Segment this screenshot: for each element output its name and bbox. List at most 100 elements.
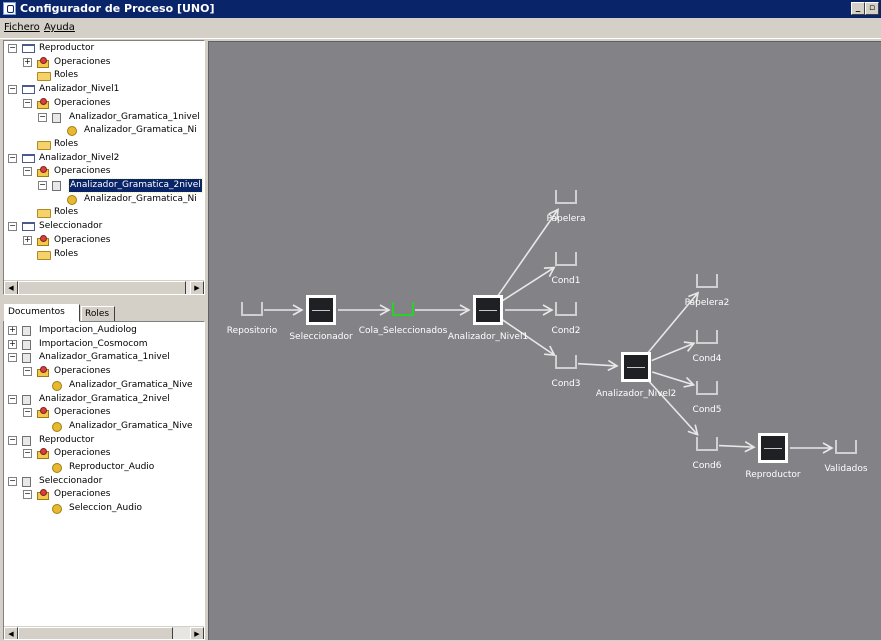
node-label: Analizador_Nivel2: [595, 389, 677, 399]
collapse-icon[interactable]: −: [8, 435, 17, 445]
queue-node-cond2[interactable]: [555, 302, 577, 316]
document-icon: [52, 181, 61, 191]
queue-node-repositorio[interactable]: [241, 302, 263, 316]
collapse-icon[interactable]: −: [8, 353, 17, 363]
process-node-analizador_nivel1[interactable]: [473, 295, 503, 325]
tree-item[interactable]: Reproductor_Audio: [4, 461, 204, 474]
tree-item[interactable]: − Reproductor: [4, 42, 204, 55]
tab-roles[interactable]: Roles: [81, 306, 115, 322]
scroll-thumb[interactable]: [18, 627, 173, 639]
queue-node-cola_seleccionados[interactable]: [392, 302, 414, 316]
expand-icon[interactable]: +: [8, 326, 17, 335]
tree-item[interactable]: − Operaciones: [4, 365, 204, 378]
operation-icon: [52, 380, 62, 391]
tree-item[interactable]: − Operaciones: [4, 447, 204, 460]
node-label: Cola_Seleccionados: [358, 326, 448, 336]
collapse-icon[interactable]: −: [8, 44, 17, 53]
tree-item[interactable]: − Operaciones: [4, 165, 204, 178]
documents-tree: + Importacion_Audiolog + Importacion_Cosmoc…: [4, 324, 204, 624]
minimize-button[interactable]: _: [851, 2, 865, 15]
menu-file[interactable]: Fichero: [4, 22, 40, 33]
tree-item[interactable]: Roles: [4, 138, 204, 151]
queue-node-validados[interactable]: [835, 440, 857, 454]
tree-item-label: Roles: [54, 207, 79, 218]
documents-tree-hscroll[interactable]: ◀ ▶: [4, 626, 204, 639]
tree-item[interactable]: Seleccion_Audio: [4, 502, 204, 515]
tree-item[interactable]: Roles: [4, 69, 204, 82]
tree-item[interactable]: − Analizador_Gramatica_1nivel: [4, 351, 204, 364]
tree-item[interactable]: Analizador_Gramatica_Nive: [4, 379, 204, 392]
collapse-icon[interactable]: −: [8, 394, 17, 404]
tree-item-label: Analizador_Gramatica_Ni: [84, 193, 197, 204]
collapse-icon[interactable]: −: [23, 98, 32, 108]
tree-item-label: Reproductor_Audio: [69, 462, 155, 472]
scroll-left-icon[interactable]: ◀: [4, 281, 18, 294]
tree-item[interactable]: − Seleccionador: [4, 220, 204, 233]
process-diagram-canvas[interactable]: Repositorio Seleccionador Cola_Seleccionad…: [208, 41, 881, 640]
tree-item[interactable]: − Analizador_Gramatica_1nivel: [4, 111, 204, 124]
scroll-right-icon[interactable]: ▶: [190, 281, 204, 294]
tree-item[interactable]: − Analizador_Gramatica_2nivel: [4, 393, 204, 406]
tree-item[interactable]: + Importacion_Cosmocom: [4, 338, 204, 351]
tree-item[interactable]: − Analizador_Nivel1: [4, 83, 204, 96]
process-tree-hscroll[interactable]: ◀ ▶: [4, 280, 204, 294]
tree-item-label: Analizador_Nivel2: [39, 152, 120, 163]
arrowhead-icon: [544, 345, 556, 357]
collapse-icon[interactable]: −: [23, 408, 32, 418]
queue-node-papelera[interactable]: [555, 190, 577, 204]
tree-item-label: Operaciones: [54, 97, 111, 108]
scroll-right-icon[interactable]: ▶: [190, 627, 204, 639]
tab-documents[interactable]: Documentos: [4, 304, 80, 322]
collapse-icon[interactable]: −: [23, 367, 32, 377]
collapse-icon[interactable]: −: [8, 476, 17, 486]
collapse-icon[interactable]: −: [23, 490, 32, 500]
expand-icon[interactable]: +: [8, 339, 17, 349]
scroll-left-icon[interactable]: ◀: [4, 627, 18, 639]
collapse-icon[interactable]: −: [8, 153, 17, 163]
menu-help[interactable]: Ayuda: [44, 22, 75, 33]
tree-item[interactable]: + Operaciones: [4, 234, 204, 247]
tree-item[interactable]: Roles: [4, 206, 204, 219]
edge-analizador_nivel1-cond1: [501, 266, 555, 302]
tree-item-label: Roles: [54, 70, 79, 81]
tree-item[interactable]: + Importacion_Audiolog: [4, 324, 204, 337]
tree-item[interactable]: − Analizador_Gramatica_2nivel: [4, 178, 204, 193]
operations-icon: [37, 234, 50, 246]
collapse-icon[interactable]: −: [23, 449, 32, 459]
queue-node-cond4[interactable]: [696, 330, 718, 344]
process-node-seleccionador[interactable]: [306, 295, 336, 325]
collapse-icon[interactable]: −: [8, 222, 17, 232]
tree-item-label: Seleccion_Audio: [69, 503, 142, 514]
queue-node-cond3[interactable]: [555, 355, 577, 369]
tree-item[interactable]: Analizador_Gramatica_Ni: [4, 124, 204, 137]
queue-node-papelera2[interactable]: [696, 274, 718, 288]
expand-icon[interactable]: +: [23, 235, 32, 245]
expand-icon[interactable]: +: [23, 57, 32, 67]
tree-item[interactable]: − Operaciones: [4, 97, 204, 110]
scroll-thumb[interactable]: [18, 281, 186, 294]
collapse-icon[interactable]: −: [8, 85, 17, 95]
tree-item[interactable]: Analizador_Gramatica_Nive: [4, 420, 204, 433]
tree-item[interactable]: Analizador_Gramatica_Ni: [4, 193, 204, 206]
tree-item[interactable]: − Seleccionador: [4, 475, 204, 488]
process-node-reproductor[interactable]: [758, 433, 788, 463]
tree-item[interactable]: Roles: [4, 248, 204, 261]
collapse-icon[interactable]: −: [38, 112, 47, 122]
tree-item[interactable]: − Analizador_Nivel2: [4, 152, 204, 165]
tree-item[interactable]: − Operaciones: [4, 406, 204, 419]
collapse-icon[interactable]: −: [23, 167, 32, 177]
node-label: Papelera2: [684, 298, 730, 308]
tree-item[interactable]: + Operaciones: [4, 56, 204, 69]
queue-node-cond5[interactable]: [696, 381, 718, 395]
restore-button[interactable]: ▫: [865, 2, 879, 15]
operations-icon: [37, 366, 50, 378]
queue-node-cond1[interactable]: [555, 252, 577, 266]
tree-item-label: Operaciones: [54, 166, 111, 177]
tree-item[interactable]: − Operaciones: [4, 488, 204, 501]
collapse-icon[interactable]: −: [38, 181, 47, 190]
queue-node-cond6[interactable]: [696, 437, 718, 451]
tree-item-label: Operaciones: [54, 366, 111, 377]
process-node-analizador_nivel2[interactable]: [621, 352, 651, 382]
document-icon: [22, 339, 31, 350]
tree-item[interactable]: − Reproductor: [4, 434, 204, 447]
